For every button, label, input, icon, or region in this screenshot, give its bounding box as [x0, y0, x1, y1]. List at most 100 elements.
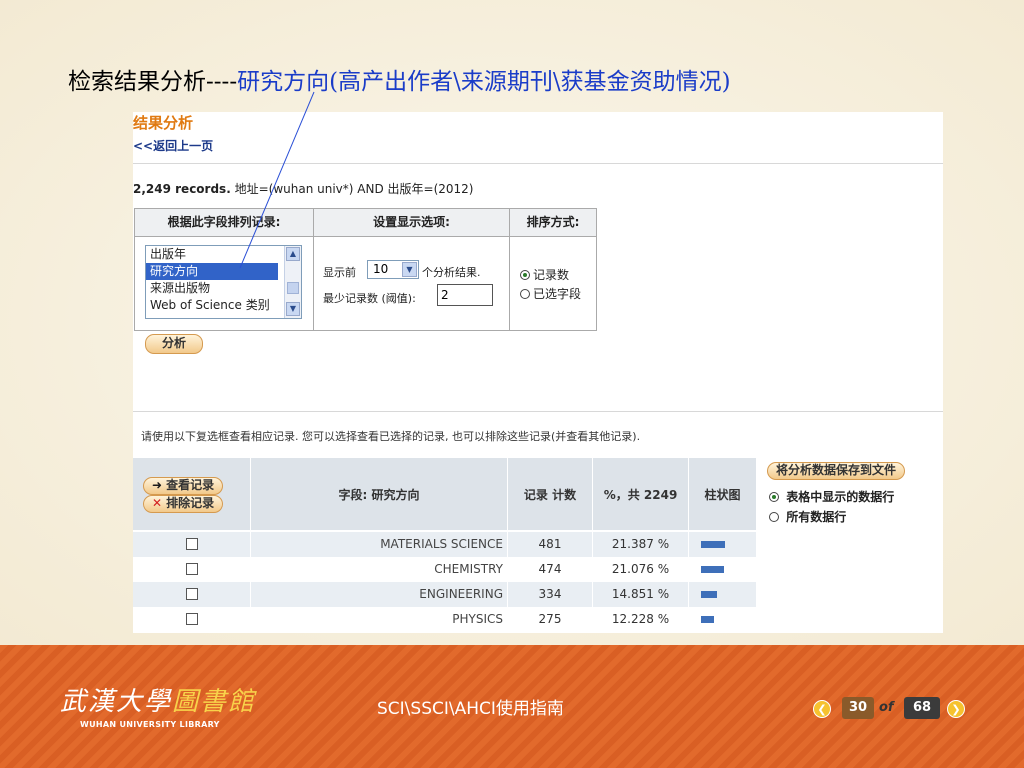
current-page: 30 [842, 697, 874, 719]
footer-title: SCI\SSCI\AHCI使用指南 [377, 699, 564, 719]
scroll-up-icon[interactable]: ▲ [286, 247, 300, 261]
sort-by-count-option[interactable]: 记录数 [520, 266, 569, 283]
show-top-label: 显示前 [323, 266, 356, 279]
sort-by-count-label: 记录数 [533, 268, 570, 282]
save-displayed-rows-label: 表格中显示的数据行 [786, 490, 895, 504]
row-bar [701, 541, 725, 548]
instructions-text: 请使用以下复选框查看相应记录. 您可以选择查看已选择的记录, 也可以排除这些记录… [141, 430, 641, 443]
listbox-scrollbar[interactable]: ▲ ▼ [284, 246, 301, 318]
save-all-rows-label: 所有数据行 [786, 510, 847, 524]
next-page-icon[interactable]: ❯ [947, 700, 965, 718]
footer-bar: 武漢大學圖書館 WUHAN UNIVERSITY LIBRARY SCI\SSC… [0, 645, 1024, 768]
table-row: PHYSICS 275 12.228 % [133, 607, 756, 632]
row-count: 474 [538, 562, 562, 576]
row-checkbox[interactable] [186, 588, 198, 600]
view-records-label: 查看记录 [166, 478, 215, 492]
arrow-right-icon: ➜ [152, 478, 163, 492]
sort-by-field-option[interactable]: 已选字段 [520, 285, 581, 302]
save-displayed-rows-option[interactable]: 表格中显示的数据行 [769, 488, 894, 505]
results-panel: 结果分析 <<返回上一页 2,249 records. 地址=(wuhan un… [133, 112, 943, 633]
chevron-down-icon[interactable]: ▼ [402, 262, 417, 277]
table-row: ENGINEERING 334 14.851 % [133, 582, 756, 607]
radio-unchecked-icon[interactable] [769, 512, 779, 522]
logo-text-university: 武漢大學 [60, 687, 173, 717]
show-top-select[interactable]: 10 ▼ [367, 260, 419, 279]
table-row: CHEMISTRY 474 21.076 % [133, 557, 756, 582]
save-to-file-button[interactable]: 将分析数据保存到文件 [767, 462, 906, 480]
scroll-down-icon[interactable]: ▼ [286, 302, 300, 316]
analysis-heading: 结果分析 [133, 114, 194, 132]
back-link[interactable]: <<返回上一页 [133, 137, 213, 154]
row-bar [701, 616, 714, 623]
count-header: 记录 计数 [523, 488, 577, 502]
row-count: 481 [538, 537, 562, 551]
bar-header-cell: 柱状图 [689, 458, 756, 530]
display-options-column: 设置显示选项: 显示前 10 ▼ 个分析结果. 最少记录数 (阈值): 2 [314, 209, 510, 330]
total-pages: 68 [904, 697, 940, 719]
field-column: 根据此字段排列记录: 出版年 研究方向 来源出版物 Web of Science… [135, 209, 314, 330]
row-field: PHYSICS [452, 612, 503, 626]
show-top-value: 10 [373, 262, 389, 276]
row-percent: 14.851 % [611, 587, 670, 601]
radio-checked-icon[interactable] [520, 270, 530, 280]
row-checkbox[interactable] [186, 538, 198, 550]
radio-unchecked-icon[interactable] [520, 289, 530, 299]
save-all-rows-option[interactable]: 所有数据行 [769, 508, 846, 525]
sort-column: 排序方式: 记录数 已选字段 [510, 209, 596, 330]
library-logo-english: WUHAN UNIVERSITY LIBRARY [80, 720, 220, 729]
field-listbox[interactable]: 出版年 研究方向 来源出版物 Web of Science 类别 ▲ ▼ [145, 245, 302, 319]
row-bar [701, 566, 724, 573]
record-summary: 2,249 records. 地址=(wuhan univ*) AND 出版年=… [133, 180, 473, 197]
column-divider [507, 582, 508, 607]
column-divider [250, 582, 251, 607]
row-field: CHEMISTRY [434, 562, 503, 576]
field-option-selected[interactable]: 研究方向 [146, 263, 278, 280]
table-row: MATERIALS SCIENCE 481 21.387 % [133, 532, 756, 557]
field-option[interactable]: Web of Science 类别 [146, 297, 301, 314]
library-logo: 武漢大學圖書館 [60, 681, 256, 718]
scroll-thumb[interactable] [287, 282, 299, 294]
results-header: ➜ 查看记录 ✕ 排除记录 字段: 研究方向 记录 计数 %，共 2249 柱状图 … [133, 458, 943, 530]
field-option[interactable]: 来源出版物 [146, 280, 301, 297]
field-header: 字段: 研究方向 [338, 488, 420, 502]
slide-title: 检索结果分析----研究方向(高产出作者\来源期刊\获基金资助情况) [68, 62, 731, 96]
display-options-header: 设置显示选项: [314, 209, 509, 237]
field-column-header: 根据此字段排列记录: [135, 209, 313, 237]
save-options-cell: 将分析数据保存到文件 表格中显示的数据行 所有数据行 [757, 458, 943, 530]
sort-by-field-label: 已选字段 [533, 287, 582, 301]
row-field: ENGINEERING [419, 587, 503, 601]
row-percent: 12.228 % [611, 612, 670, 626]
logo-text-library: 圖書館 [172, 687, 257, 717]
page-of-label: of [879, 700, 894, 715]
exclude-records-label: 排除记录 [166, 496, 215, 510]
close-icon: ✕ [152, 496, 163, 510]
field-option[interactable]: 出版年 [146, 246, 301, 263]
options-table: 根据此字段排列记录: 出版年 研究方向 来源出版物 Web of Science… [134, 208, 597, 331]
sort-header: 排序方式: [510, 209, 596, 237]
column-divider [507, 532, 508, 557]
column-divider [250, 532, 251, 557]
show-top-suffix: 个分析结果. [422, 266, 481, 279]
prev-page-icon[interactable]: ❮ [813, 700, 831, 718]
column-divider [592, 532, 593, 557]
exclude-records-button[interactable]: ✕ 排除记录 [143, 495, 224, 513]
field-header-cell: 字段: 研究方向 [251, 458, 507, 530]
divider [133, 163, 943, 164]
count-header-cell: 记录 计数 [508, 458, 592, 530]
row-field: MATERIALS SCIENCE [380, 537, 503, 551]
row-bar [701, 591, 717, 598]
percent-header: %，共 2249 [603, 488, 678, 502]
row-checkbox[interactable] [186, 613, 198, 625]
analyze-button[interactable]: 分析 [145, 334, 203, 354]
row-checkbox[interactable] [186, 563, 198, 575]
column-divider [688, 532, 689, 557]
radio-checked-icon[interactable] [769, 492, 779, 502]
actions-header-cell: ➜ 查看记录 ✕ 排除记录 [133, 458, 250, 530]
min-records-label: 最少记录数 (阈值): [323, 292, 416, 305]
percent-header-cell: %，共 2249 [593, 458, 688, 530]
slide-title-prefix: 检索结果分析---- [68, 69, 238, 95]
view-records-button[interactable]: ➜ 查看记录 [143, 477, 224, 495]
row-count: 334 [538, 587, 562, 601]
min-records-input[interactable]: 2 [437, 284, 493, 306]
row-count: 275 [538, 612, 562, 626]
